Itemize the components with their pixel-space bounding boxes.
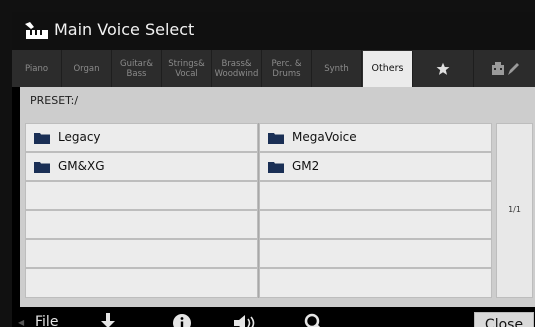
empty-slot	[25, 239, 258, 268]
tab-strings-vocal-label: Strings& Vocal	[168, 58, 205, 79]
search-icon[interactable]	[304, 313, 324, 327]
tab-organ[interactable]: Organ	[62, 50, 112, 87]
tab-strings-vocal[interactable]: Strings& Vocal	[162, 50, 212, 87]
tab-synth[interactable]: Synth	[312, 50, 362, 87]
tab-piano[interactable]: Piano	[12, 50, 62, 87]
user-edit-icon	[491, 61, 519, 75]
folder-label: GM&XG	[58, 159, 105, 173]
folder-item-gmxg[interactable]: GM&XG	[25, 152, 258, 181]
tab-organ-label: Organ	[73, 63, 100, 74]
star-icon	[436, 62, 450, 75]
empty-slot	[25, 210, 258, 239]
left-arrow-icon: ◀	[18, 318, 25, 327]
empty-slot	[259, 239, 492, 268]
empty-slot	[259, 181, 492, 210]
tab-others[interactable]: Others	[363, 51, 413, 87]
title-bar: Main Voice Select	[12, 12, 535, 50]
speaker-icon[interactable]	[233, 314, 259, 327]
folder-icon	[34, 162, 50, 173]
tab-guitar-bass-label: Guitar& Bass	[120, 58, 153, 79]
file-button[interactable]: File	[35, 314, 58, 327]
tab-synth-label: Synth	[324, 63, 349, 74]
folder-icon	[268, 162, 284, 173]
tab-others-label: Others	[371, 63, 404, 74]
page-number: 1/1	[508, 205, 521, 214]
tab-brass-woodwind-label: Brass& Woodwind	[214, 58, 259, 79]
page-indicator[interactable]: 1/1	[496, 123, 533, 298]
empty-slot	[25, 268, 258, 298]
folder-grid: Legacy MegaVoice GM&XG GM2	[25, 123, 492, 298]
tab-favorite[interactable]	[413, 50, 474, 87]
page-title: Main Voice Select	[54, 20, 195, 39]
category-tabs: Piano Organ Guitar& Bass Strings& Vocal …	[12, 50, 535, 87]
breadcrumb: PRESET:/	[30, 94, 79, 107]
bottom-bar: ◀ File Close	[12, 307, 535, 327]
tab-brass-woodwind[interactable]: Brass& Woodwind	[212, 50, 262, 87]
folder-item-megavoice[interactable]: MegaVoice	[259, 123, 492, 152]
folder-label: GM2	[292, 159, 320, 173]
folder-label: MegaVoice	[292, 130, 357, 144]
folder-icon	[34, 133, 50, 144]
empty-slot	[259, 268, 492, 298]
tab-user[interactable]	[474, 50, 535, 87]
voice-list-panel: PRESET:/ Legacy MegaVoice GM&XG GM2 1/1	[20, 87, 535, 307]
close-button[interactable]: Close	[474, 312, 534, 327]
keyboard-hand-icon	[25, 22, 48, 39]
tab-piano-label: Piano	[24, 63, 49, 74]
folder-item-gm2[interactable]: GM2	[259, 152, 492, 181]
empty-slot	[259, 210, 492, 239]
main-voice-select-window: Main Voice Select Piano Organ Guitar& Ba…	[12, 12, 535, 327]
folder-item-legacy[interactable]: Legacy	[25, 123, 258, 152]
save-icon[interactable]	[97, 312, 119, 327]
folder-icon	[268, 133, 284, 144]
tab-perc-drums[interactable]: Perc. & Drums	[262, 50, 312, 87]
folder-label: Legacy	[58, 130, 101, 144]
info-icon[interactable]	[172, 313, 192, 327]
tab-perc-drums-label: Perc. & Drums	[271, 58, 302, 79]
empty-slot	[25, 181, 258, 210]
tab-guitar-bass[interactable]: Guitar& Bass	[112, 50, 162, 87]
